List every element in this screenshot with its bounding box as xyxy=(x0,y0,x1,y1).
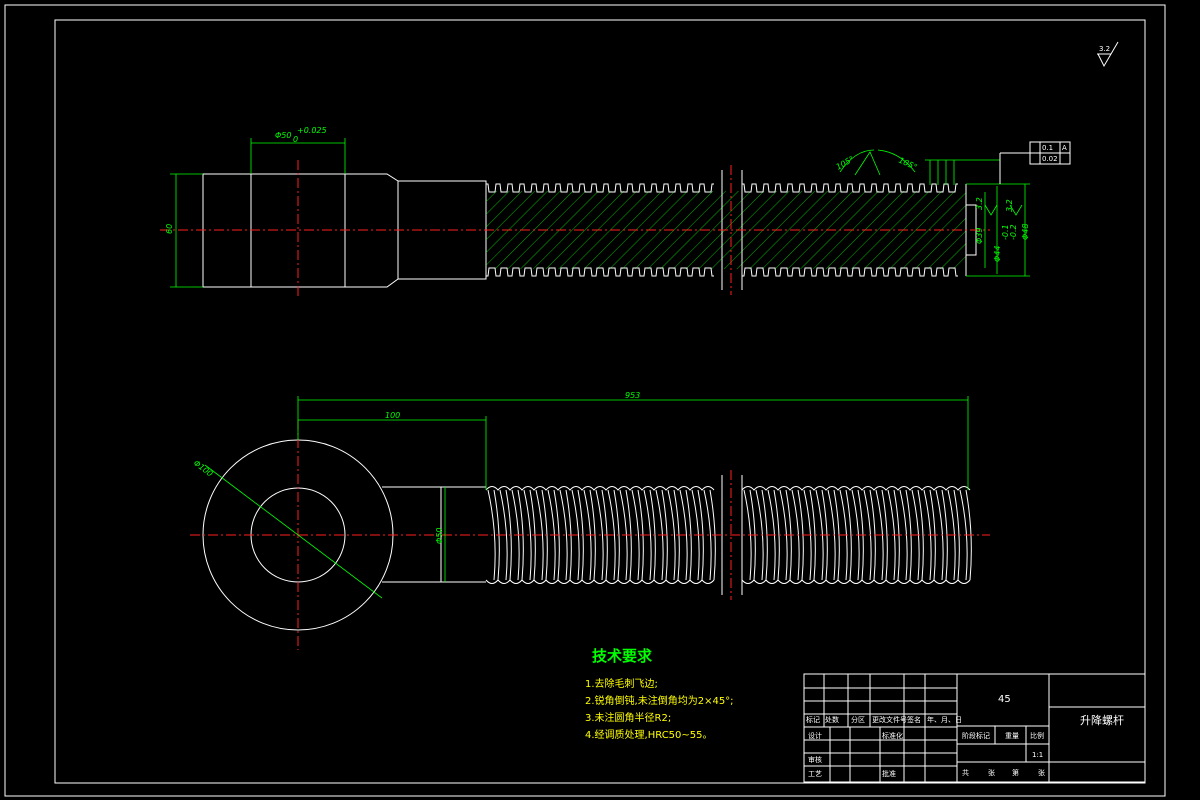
dim-tol2: -0.2 xyxy=(1009,224,1018,240)
part-name-cell: 升降螺杆 xyxy=(1080,713,1124,727)
roughness-mark: 3.2 xyxy=(975,197,984,210)
roughness-mark: 3.2 xyxy=(1005,199,1014,212)
geo-tol-value: 0.02 xyxy=(1042,155,1058,163)
section-view xyxy=(160,160,990,298)
outer-border xyxy=(4,4,1166,797)
dim-neck: 100 xyxy=(385,411,400,420)
tb-label: 分区 xyxy=(851,715,865,724)
geo-tol-value: 0.1 xyxy=(1042,144,1053,152)
tb-label: 标记 xyxy=(806,715,820,724)
scale-cell: 1:1 xyxy=(1032,751,1043,759)
front-view xyxy=(190,420,990,650)
tech-requirements: 技术要求 1.去除毛刺飞边; 2.锐角倒钝,未注倒角均为2×45°; 3.未注圆… xyxy=(585,647,734,741)
tb-label: 年、月、日 xyxy=(927,715,962,724)
dim-shank: Φ50 xyxy=(435,528,444,544)
thread-angle: 105° xyxy=(835,154,856,171)
dim-eye-dia: Φ100 xyxy=(192,458,215,478)
tb-label: 比例 xyxy=(1030,731,1044,740)
tb-label: 张 xyxy=(1038,768,1045,777)
tb-label: 处数 xyxy=(825,715,839,724)
dim-bore-tol: +0.025 xyxy=(297,126,327,135)
thread-crest-line xyxy=(741,579,971,584)
tb-label: 标准化 xyxy=(882,731,903,740)
thread-crest-line xyxy=(485,579,715,584)
tech-item: 3.未注圆角半径R2; xyxy=(585,711,671,724)
thread-angle: 105° xyxy=(897,156,918,172)
geo-tol-datum: A xyxy=(1062,144,1067,152)
tech-item: 4.经调质处理,HRC50~55。 xyxy=(585,728,713,741)
tech-item: 1.去除毛刺飞边; xyxy=(585,677,658,690)
tb-label: 更改文件号 xyxy=(872,715,907,724)
dim-d3: Φ48 xyxy=(1021,224,1030,240)
tb-label: 审核 xyxy=(808,755,822,764)
tb-label: 重量 xyxy=(1005,732,1019,740)
dim-bore: Φ50 xyxy=(275,131,291,140)
tb-label: 设计 xyxy=(808,731,822,740)
inner-border xyxy=(54,19,1146,784)
tech-title: 技术要求 xyxy=(592,647,653,665)
tb-label: 签名 xyxy=(907,715,921,724)
dim-d2: Φ44 xyxy=(993,246,1002,262)
dim-d1: Φ39 xyxy=(975,228,984,244)
thread-crest-line xyxy=(741,486,971,491)
thread-crest-line xyxy=(485,486,715,491)
tb-label: 第 xyxy=(1012,768,1019,777)
drawing-canvas: Φ50 +0.025 0 60 Φ39 Φ44 -0.1 -0.2 Φ48 3.… xyxy=(4,4,1166,797)
tb-label: 共 xyxy=(962,768,969,777)
tech-item: 2.锐角倒钝,未注倒角均为2×45°; xyxy=(585,694,734,707)
dim-total: 953 xyxy=(625,391,640,400)
tb-label: 工艺 xyxy=(808,770,822,778)
roughness-symbol-corner: 3.2 xyxy=(1097,41,1119,68)
tb-label: 批准 xyxy=(882,769,896,778)
material-cell: 45 xyxy=(998,694,1011,705)
dim-height: 60 xyxy=(165,224,174,234)
front-dimensions: 953 100 Φ100 Φ50 xyxy=(192,391,969,599)
roughness-corner-value: 3.2 xyxy=(1099,45,1110,53)
title-block: 45 升降螺杆 1:1 标记 处数 分区 更改文件号 签名 年、月、日 设计 标… xyxy=(803,673,1146,783)
tb-label: 张 xyxy=(988,768,995,777)
dim-bore-tol-lower: 0 xyxy=(293,135,298,144)
tb-label: 阶段标记 xyxy=(962,731,990,740)
